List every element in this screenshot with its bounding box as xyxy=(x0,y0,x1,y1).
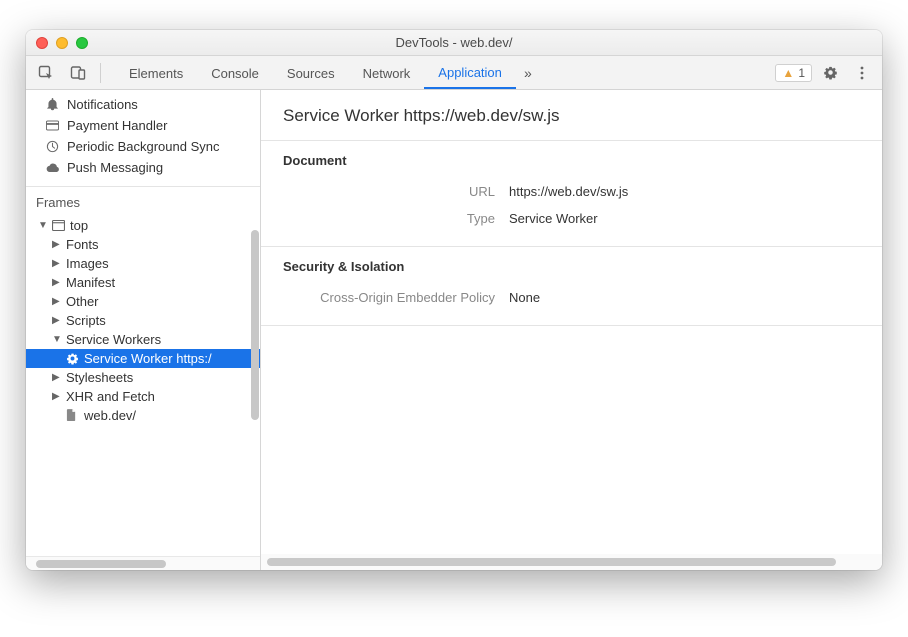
panel-tabs: Elements Console Sources Network Applica… xyxy=(115,57,540,89)
tab-sources[interactable]: Sources xyxy=(273,58,349,88)
card-icon xyxy=(46,120,60,131)
divider xyxy=(100,63,101,83)
window-title: DevTools - web.dev/ xyxy=(26,35,882,50)
chevron-down-icon: ▼ xyxy=(38,220,48,231)
label-url: URL xyxy=(283,184,509,199)
warning-count: 1 xyxy=(798,66,805,80)
frame-top[interactable]: ▼ top xyxy=(26,216,260,235)
value-coep: None xyxy=(509,290,540,305)
panel-body: Notifications Payment Handler Periodic B… xyxy=(26,90,882,570)
value-type: Service Worker xyxy=(509,211,598,226)
label-coep: Cross-Origin Embedder Policy xyxy=(283,290,509,305)
row-url: URL https://web.dev/sw.js xyxy=(283,178,860,205)
cloud-icon xyxy=(46,163,60,173)
section-heading: Document xyxy=(283,153,860,168)
tree-stylesheets[interactable]: ▶Stylesheets xyxy=(26,368,260,387)
row-type: Type Service Worker xyxy=(283,205,860,232)
application-sidebar: Notifications Payment Handler Periodic B… xyxy=(26,90,261,570)
tree-xhr-fetch[interactable]: ▶XHR and Fetch xyxy=(26,387,260,406)
bell-icon xyxy=(46,98,60,111)
titlebar: DevTools - web.dev/ xyxy=(26,30,882,56)
devtools-toolbar: Elements Console Sources Network Applica… xyxy=(26,56,882,90)
warning-icon: ▲ xyxy=(782,66,794,80)
section-document: Document URL https://web.dev/sw.js Type … xyxy=(261,141,882,247)
tree-scripts[interactable]: ▶Scripts xyxy=(26,311,260,330)
sidebar-item-push-messaging[interactable]: Push Messaging xyxy=(26,157,260,178)
tab-console[interactable]: Console xyxy=(197,58,273,88)
chevron-right-icon: ▶ xyxy=(52,239,62,250)
row-coep: Cross-Origin Embedder Policy None xyxy=(283,284,860,311)
scrollbar-thumb[interactable] xyxy=(36,560,166,568)
sidebar-item-notifications[interactable]: Notifications xyxy=(26,94,260,115)
tab-elements[interactable]: Elements xyxy=(115,58,197,88)
tree-service-worker-item[interactable]: Service Worker https:/ xyxy=(26,349,260,368)
sidebar-horizontal-scrollbar[interactable] xyxy=(26,556,260,570)
frame-label: top xyxy=(70,218,88,233)
tab-application[interactable]: Application xyxy=(424,57,516,89)
settings-gear-icon[interactable] xyxy=(816,60,844,86)
tree-images[interactable]: ▶Images xyxy=(26,254,260,273)
more-tabs-icon[interactable]: » xyxy=(516,60,540,86)
sidebar-item-label: Periodic Background Sync xyxy=(67,139,219,154)
value-url: https://web.dev/sw.js xyxy=(509,184,628,199)
clock-icon xyxy=(46,140,60,153)
sidebar-item-label: Payment Handler xyxy=(67,118,167,133)
tab-network[interactable]: Network xyxy=(349,58,425,88)
device-mode-icon[interactable] xyxy=(64,60,92,86)
sidebar-item-periodic-bg-sync[interactable]: Periodic Background Sync xyxy=(26,136,260,157)
inspect-element-icon[interactable] xyxy=(32,60,60,86)
gear-icon xyxy=(66,352,80,365)
devtools-window: DevTools - web.dev/ Elements Console Sou… xyxy=(26,30,882,570)
sidebar-group-background-services: Notifications Payment Handler Periodic B… xyxy=(26,90,260,186)
tree-fonts[interactable]: ▶Fonts xyxy=(26,235,260,254)
section-heading: Security & Isolation xyxy=(283,259,860,274)
tree-service-workers[interactable]: ▼Service Workers xyxy=(26,330,260,349)
window-icon xyxy=(52,220,66,231)
chevron-right-icon: ▶ xyxy=(52,372,62,383)
sidebar-item-payment-handler[interactable]: Payment Handler xyxy=(26,115,260,136)
chevron-right-icon: ▶ xyxy=(52,296,62,307)
service-worker-label: Service Worker https:/ xyxy=(84,351,212,366)
sidebar-item-label: Push Messaging xyxy=(67,160,163,175)
tree-leaf-webdev[interactable]: web.dev/ xyxy=(26,406,260,425)
chevron-right-icon: ▶ xyxy=(52,277,62,288)
main-pane: Service Worker https://web.dev/sw.js Doc… xyxy=(261,90,882,570)
sidebar-item-label: Notifications xyxy=(67,97,138,112)
scrollbar-thumb[interactable] xyxy=(267,558,836,566)
page-title: Service Worker https://web.dev/sw.js xyxy=(261,90,882,141)
tree-other[interactable]: ▶Other xyxy=(26,292,260,311)
document-icon xyxy=(66,409,80,422)
section-security: Security & Isolation Cross-Origin Embedd… xyxy=(261,247,882,326)
sidebar-scrollbar-thumb[interactable] xyxy=(251,230,259,420)
warnings-badge[interactable]: ▲ 1 xyxy=(775,64,812,82)
chevron-right-icon: ▶ xyxy=(52,391,62,402)
tree-manifest[interactable]: ▶Manifest xyxy=(26,273,260,292)
label-type: Type xyxy=(283,211,509,226)
chevron-down-icon: ▼ xyxy=(52,334,62,345)
chevron-right-icon: ▶ xyxy=(52,315,62,326)
frames-header: Frames xyxy=(26,186,260,216)
main-horizontal-scrollbar[interactable] xyxy=(261,554,882,570)
chevron-right-icon: ▶ xyxy=(52,258,62,269)
kebab-menu-icon[interactable] xyxy=(848,60,876,86)
